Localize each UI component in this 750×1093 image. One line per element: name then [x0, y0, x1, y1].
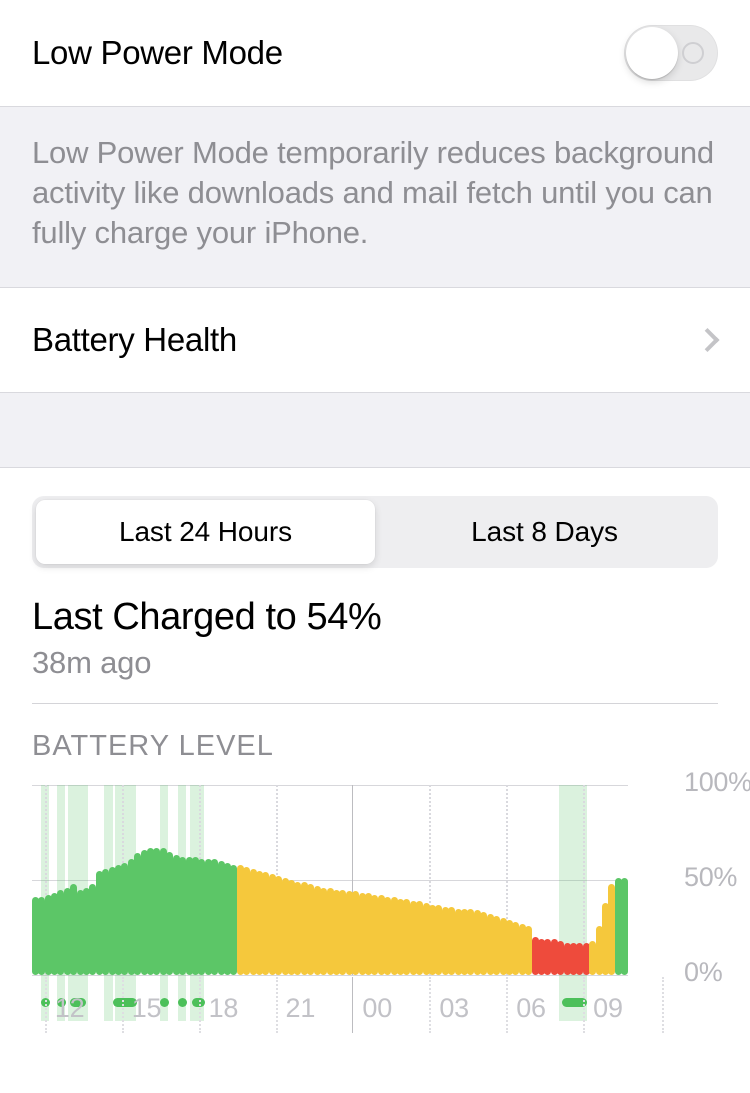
- chevron-right-icon: [695, 327, 720, 353]
- chart-y-axis: 0% 50% 100%: [654, 767, 750, 987]
- last-charged-subtitle: 38m ago: [32, 645, 152, 680]
- section-gap: [0, 392, 750, 468]
- x-axis-tick: [352, 977, 354, 1033]
- y-axis-label: 50%: [684, 862, 738, 892]
- x-axis-label: 12: [54, 993, 85, 1023]
- tab-last-24-hours-label: Last 24 Hours: [118, 516, 293, 547]
- low-power-mode-label: Low Power Mode: [32, 34, 283, 71]
- x-axis-tick: [44, 977, 47, 1033]
- battery-health-label: Battery Health: [32, 321, 237, 358]
- tab-last-24-hours[interactable]: Last 24 Hours: [36, 500, 375, 564]
- chart-plot-area: [31, 785, 629, 1021]
- y-axis-label: 0%: [684, 957, 723, 987]
- x-axis-label: 15: [131, 993, 162, 1023]
- tab-last-8-days-label: Last 8 Days: [471, 516, 618, 547]
- last-charged-block: Last Charged to 54% 38m ago: [0, 568, 750, 704]
- time-range-segmented-control[interactable]: Last 24 Hours Last 8 Days: [32, 496, 718, 568]
- battery-health-row[interactable]: Battery Health: [0, 288, 750, 392]
- last-charged-title: Last Charged to 54%: [32, 596, 382, 638]
- tab-last-8-days[interactable]: Last 8 Days: [375, 500, 714, 564]
- x-axis-label: 09: [593, 993, 623, 1023]
- chart-bar: [621, 878, 629, 975]
- x-axis-label: 03: [439, 993, 469, 1023]
- x-axis-label: 18: [208, 993, 239, 1023]
- battery-level-heading: BATTERY LEVEL: [32, 730, 274, 762]
- battery-settings-screen: Low Power Mode Low Power Mode temporaril…: [0, 0, 750, 1093]
- x-axis-tick: [506, 977, 509, 1033]
- low-power-mode-description-block: Low Power Mode temporarily reduces backg…: [0, 106, 750, 288]
- battery-level-chart-section: BATTERY LEVEL 0% 50% 100% 12 15 18 21 00 03 06 09: [0, 704, 750, 1055]
- time-range-control-wrap: Last 24 Hours Last 8 Days: [0, 468, 750, 568]
- toggle-off-icon: [682, 42, 704, 64]
- x-axis-tick: [198, 977, 201, 1033]
- x-axis-tick: [583, 977, 586, 1033]
- x-axis-tick: [121, 977, 124, 1033]
- x-axis-tick: [429, 977, 432, 1033]
- toggle-knob: [626, 27, 678, 79]
- low-power-mode-row[interactable]: Low Power Mode: [0, 0, 750, 106]
- battery-level-chart[interactable]: 0% 50% 100% 12 15 18 21 00 03 06 09: [31, 767, 750, 1055]
- x-axis-label: 06: [516, 993, 546, 1023]
- x-axis-tick: [662, 977, 664, 1033]
- low-power-mode-toggle[interactable]: [624, 25, 718, 81]
- x-axis-tick: [275, 977, 278, 1033]
- chart-x-axis: 12 15 18 21 00 03 06 09: [32, 977, 718, 1043]
- x-axis-label: 00: [362, 993, 393, 1023]
- x-axis-label: 21: [285, 993, 316, 1023]
- y-axis-label: 100%: [684, 767, 750, 797]
- low-power-mode-description: Low Power Mode temporarily reduces backg…: [32, 135, 714, 250]
